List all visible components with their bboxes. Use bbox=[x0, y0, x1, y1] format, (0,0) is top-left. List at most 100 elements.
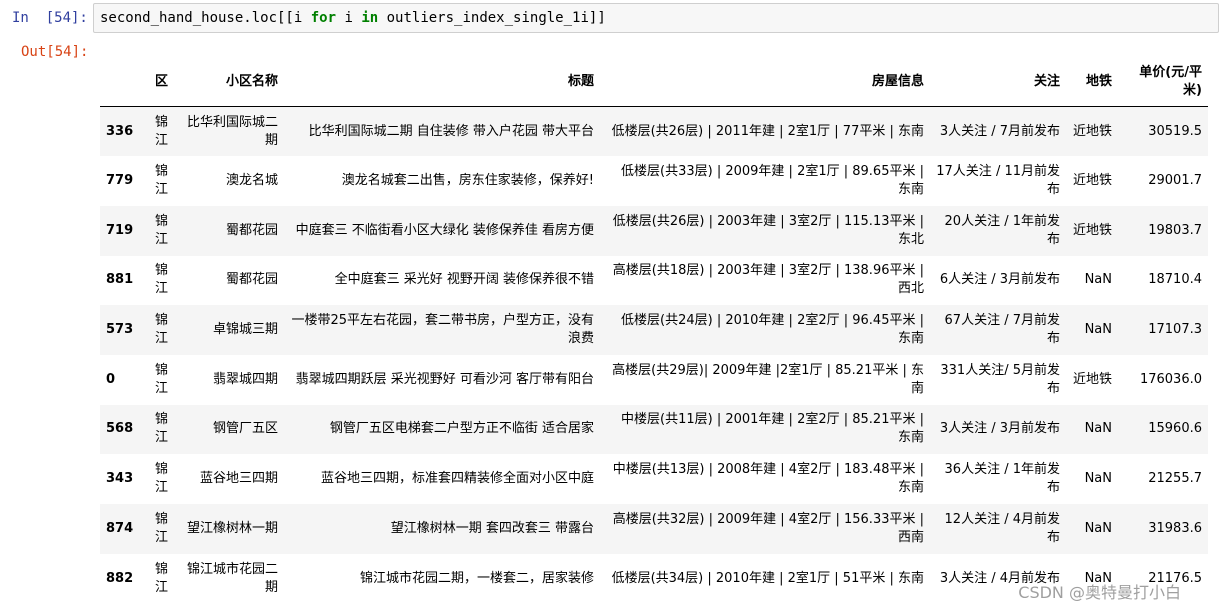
table-cell: 低楼层(共34层) | 2010年建 | 2室1厅 | 51平米 | 东南 bbox=[611, 570, 924, 586]
table-cell: 蜀都花园 bbox=[225, 222, 278, 238]
table-cell: 锦江 bbox=[154, 362, 168, 396]
table-cell: 锦江城市花园二期 bbox=[186, 561, 278, 595]
table-cell: 锦江 bbox=[154, 561, 168, 595]
table-cell: 钢管厂五区电梯套二户型方正不临街 适合居家 bbox=[329, 421, 594, 437]
row-index: 719 bbox=[106, 222, 134, 238]
table-row: 336 锦江 比华利国际城二期 比华利国际城二期 自住装修 带入户花园 带大平台… bbox=[100, 106, 1208, 157]
table-row: 881 锦江 蜀都花园 全中庭套三 采光好 视野开阔 装修保养很不错 高楼层(共… bbox=[100, 256, 1208, 306]
row-index: 779 bbox=[106, 173, 134, 189]
table-cell: 蓝谷地三四期 bbox=[199, 471, 278, 487]
table-cell: 蓝谷地三四期，标准套四精装修全面对小区中庭 bbox=[320, 471, 594, 487]
table-cell: 蜀都花园 bbox=[225, 272, 278, 288]
column-header: 地铁 bbox=[1066, 58, 1118, 107]
table-cell: 67人关注 / 7月前发布 bbox=[944, 313, 1060, 347]
row-index: 881 bbox=[106, 272, 134, 288]
row-index: 573 bbox=[106, 322, 134, 338]
row-index: 0 bbox=[106, 371, 116, 387]
table-row: 343 锦江 蓝谷地三四期 蓝谷地三四期，标准套四精装修全面对小区中庭 中楼层(… bbox=[100, 454, 1208, 504]
table-cell: 翡翠城四期 bbox=[212, 371, 278, 387]
code-keyword-in: in bbox=[361, 10, 379, 26]
row-index: 882 bbox=[106, 570, 134, 586]
code-editor[interactable]: second_hand_house.loc[[i for i in outlie… bbox=[93, 3, 1219, 33]
table-cell: 19803.7 bbox=[1148, 222, 1202, 238]
table-cell: 高楼层(共29层)| 2009年建 |2室1厅 | 85.21平米 | 东南 bbox=[612, 362, 924, 396]
column-header: 标题 bbox=[284, 58, 600, 107]
code-keyword-for: for bbox=[310, 10, 337, 26]
table-cell: 锦江 bbox=[154, 164, 168, 198]
column-header: 房屋信息 bbox=[600, 58, 930, 107]
table-cell: 锦江 bbox=[154, 114, 168, 148]
table-cell: 一楼带25平左右花园，套二带书房，户型方正，没有浪费 bbox=[291, 313, 594, 347]
table-cell: 高楼层(共18层) | 2003年建 | 3室2厅 | 138.96平米 | 西… bbox=[612, 263, 924, 297]
column-header: 区 bbox=[144, 58, 174, 107]
table-cell: 全中庭套三 采光好 视野开阔 装修保养很不错 bbox=[334, 272, 594, 288]
table-cell: 31983.6 bbox=[1148, 520, 1202, 536]
table-cell: 176036.0 bbox=[1139, 371, 1202, 387]
table-cell: NaN bbox=[1084, 322, 1112, 338]
table-cell: 低楼层(共26层) | 2003年建 | 3室2厅 | 115.13平米 | 东… bbox=[612, 213, 924, 247]
table-cell: 中楼层(共13层) | 2008年建 | 4室2厅 | 183.48平米 | 东… bbox=[612, 462, 924, 496]
column-header bbox=[100, 58, 144, 107]
column-header: 小区名称 bbox=[174, 58, 284, 107]
column-header: 关注 bbox=[930, 58, 1066, 107]
table-cell: 3人关注 / 7月前发布 bbox=[939, 123, 1060, 139]
table-cell: 比华利国际城二期 自住装修 带入户花园 带大平台 bbox=[308, 123, 594, 139]
table-cell: 近地铁 bbox=[1072, 123, 1112, 139]
table-cell: 3人关注 / 3月前发布 bbox=[939, 421, 1060, 437]
table-cell: 低楼层(共24层) | 2010年建 | 2室2厅 | 96.45平米 | 东南 bbox=[621, 313, 924, 347]
table-header-row: 区 小区名称 标题 房屋信息 关注 地铁 单价(元/平米) bbox=[100, 58, 1208, 107]
table-cell: 望江橡树林一期 套四改套三 带露台 bbox=[390, 520, 594, 536]
code-text: second_hand_house.loc[[i for i in outlie… bbox=[100, 10, 606, 26]
row-index: 568 bbox=[106, 421, 134, 437]
table-cell: 中楼层(共11层) | 2001年建 | 2室2厅 | 85.21平米 | 东南 bbox=[621, 412, 924, 446]
table-cell: 近地铁 bbox=[1072, 173, 1112, 189]
table-cell: 18710.4 bbox=[1148, 272, 1202, 288]
row-index: 336 bbox=[106, 123, 134, 139]
table-cell: 331人关注/ 5月前发布 bbox=[940, 362, 1060, 396]
table-row: 568 锦江 钢管厂五区 钢管厂五区电梯套二户型方正不临街 适合居家 中楼层(共… bbox=[100, 404, 1208, 455]
table-cell: 12人关注 / 4月前发布 bbox=[944, 511, 1060, 545]
row-index: 343 bbox=[106, 471, 134, 487]
table-cell: NaN bbox=[1084, 272, 1112, 288]
table-cell: 比华利国际城二期 bbox=[186, 114, 278, 148]
table-cell: 卓锦城三期 bbox=[212, 322, 278, 338]
watermark: CSDN @奥特曼打小白 bbox=[1018, 583, 1181, 602]
table-cell: NaN bbox=[1084, 421, 1112, 437]
table-row: 0 锦江 翡翠城四期 翡翠城四期跃层 采光视野好 可看沙河 客厅带有阳台 高楼层… bbox=[100, 355, 1208, 405]
table-cell: 30519.5 bbox=[1148, 123, 1202, 139]
table-cell: 锦江 bbox=[154, 511, 168, 545]
output-prompt: Out[54]: bbox=[21, 44, 89, 60]
table-row: 719 锦江 蜀都花园 中庭套三 不临街看小区大绿化 装修保养佳 看房方便 低楼… bbox=[100, 205, 1208, 256]
table-row: 573 锦江 卓锦城三期 一楼带25平左右花园，套二带书房，户型方正，没有浪费 … bbox=[100, 305, 1208, 355]
code-part-1: second_hand_house.loc[[i bbox=[100, 10, 311, 26]
table-cell: 锦江 bbox=[154, 412, 168, 446]
table-cell: 中庭套三 不临街看小区大绿化 装修保养佳 看房方便 bbox=[295, 222, 594, 238]
table-cell: 低楼层(共26层) | 2011年建 | 2室1厅 | 77平米 | 东南 bbox=[611, 123, 924, 139]
table-cell: 锦江 bbox=[154, 313, 168, 347]
table-cell: 17107.3 bbox=[1148, 322, 1202, 338]
table-cell: 高楼层(共32层) | 2009年建 | 4室2厅 | 156.33平米 | 西… bbox=[612, 511, 924, 545]
table-cell: 澳龙名城套二出售，房东住家装修，保养好! bbox=[341, 173, 594, 189]
table-cell: 15960.6 bbox=[1148, 421, 1202, 437]
table-cell: 锦江 bbox=[154, 263, 168, 297]
table-cell: 锦江 bbox=[154, 462, 168, 496]
table-cell: 近地铁 bbox=[1072, 222, 1112, 238]
table-cell: 锦江城市花园二期，一楼套二，居家装修 bbox=[359, 570, 594, 586]
table-cell: 澳龙名城 bbox=[225, 173, 278, 189]
table-cell: 钢管厂五区 bbox=[212, 421, 278, 437]
table-cell: 29001.7 bbox=[1148, 173, 1202, 189]
column-header: 单价(元/平米) bbox=[1118, 58, 1208, 107]
table-cell: NaN bbox=[1084, 471, 1112, 487]
table-cell: NaN bbox=[1084, 520, 1112, 536]
table-cell: 21255.7 bbox=[1148, 471, 1202, 487]
table-cell: 锦江 bbox=[154, 213, 168, 247]
dataframe-table: 区 小区名称 标题 房屋信息 关注 地铁 单价(元/平米) 336 锦江 比华利… bbox=[100, 58, 1208, 603]
table-cell: 17人关注 / 11月前发布 bbox=[936, 164, 1060, 198]
code-part-3: outliers_index_single_1i]] bbox=[378, 10, 606, 26]
table-cell: 低楼层(共33层) | 2009年建 | 2室1厅 | 89.65平米 | 东南 bbox=[621, 164, 924, 198]
table-cell: 望江橡树林一期 bbox=[186, 520, 278, 536]
table-cell: 20人关注 / 1年前发布 bbox=[944, 213, 1060, 247]
table-row: 779 锦江 澳龙名城 澳龙名城套二出售，房东住家装修，保养好! 低楼层(共33… bbox=[100, 156, 1208, 206]
table-cell: 近地铁 bbox=[1072, 371, 1112, 387]
code-part-2: i bbox=[336, 10, 362, 26]
